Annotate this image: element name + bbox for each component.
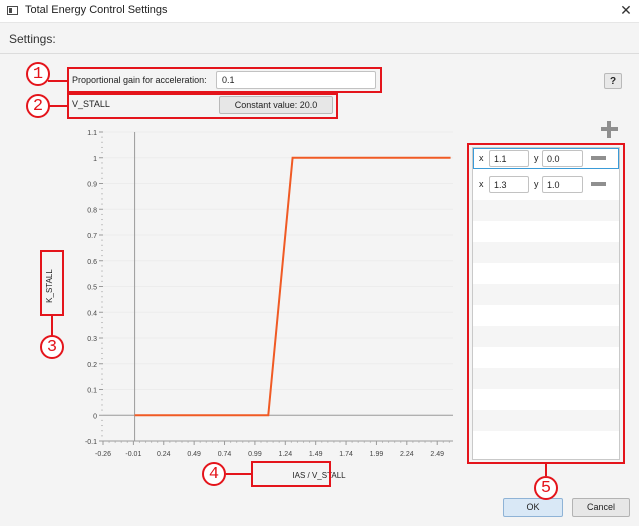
- annotation-badge-3: 3: [40, 335, 64, 359]
- annotation-badge-1: 1: [26, 62, 50, 86]
- annotation-badge-4: 4: [202, 462, 226, 486]
- annotation-badge-5: 5: [534, 476, 558, 500]
- annotation-leaders: [48, 80, 547, 476]
- annotation-badge-2: 2: [26, 94, 50, 118]
